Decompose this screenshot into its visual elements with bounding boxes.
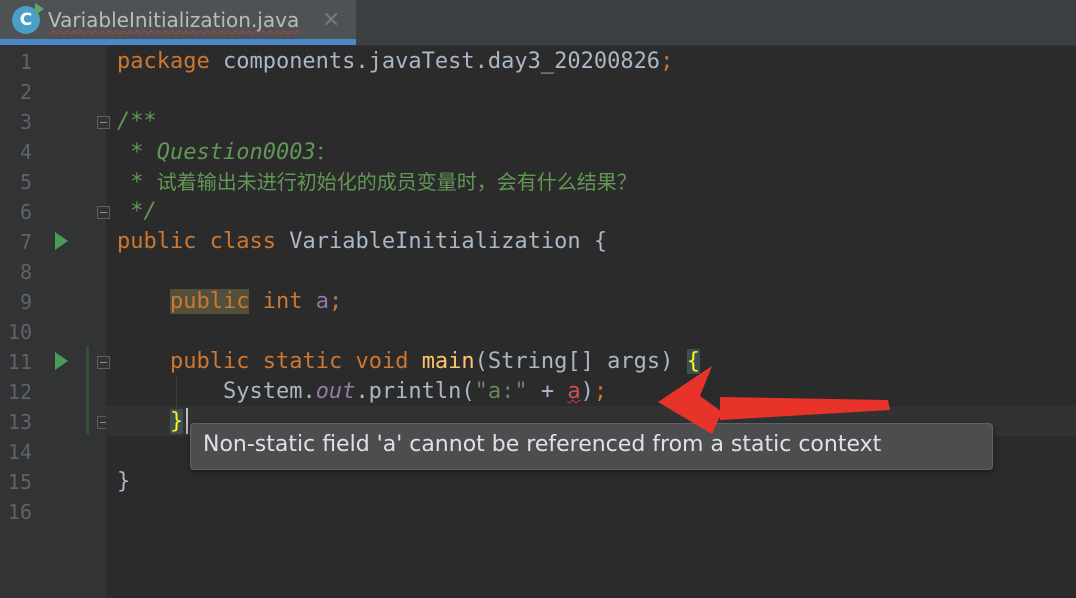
arrow-head — [658, 366, 722, 434]
arrow-shaft — [720, 397, 890, 420]
red-arrow-annotation — [658, 366, 890, 434]
